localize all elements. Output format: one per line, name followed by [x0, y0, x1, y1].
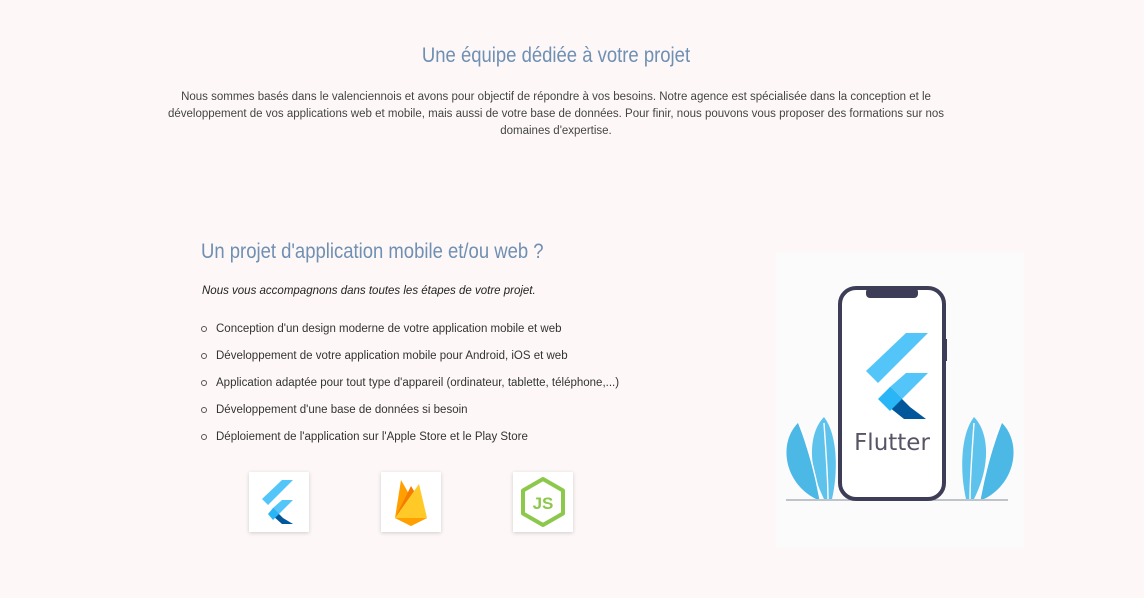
list-item: Application adaptée pour tout type d'app… [201, 374, 619, 401]
nodejs-logo-icon: JS [521, 477, 565, 527]
list-item: Développement d'une base de données si b… [201, 401, 619, 428]
section-title: Une équipe dédiée à votre projet [421, 44, 691, 67]
list-item: Conception d'un design moderne de votre … [201, 320, 619, 347]
firebase-logo-icon [395, 480, 427, 526]
intro-paragraph: Nous sommes basés dans le valenciennois … [167, 91, 945, 137]
project-title: Un projet d'application mobile et/ou web… [201, 240, 544, 263]
list-item: Développement de votre application mobil… [201, 347, 619, 374]
flutter-logo-icon [262, 480, 293, 524]
feature-list: Conception d'un design moderne de votre … [201, 320, 619, 455]
flutter-logo-tile [249, 472, 309, 532]
project-lead: Nous vous accompagnons dans toutes les é… [202, 285, 536, 297]
nodejs-logo-tile: JS [513, 472, 573, 532]
firebase-logo-tile [381, 472, 441, 532]
list-item: Déploiement de l'application sur l'Apple… [201, 428, 619, 455]
phone-flutter-illustration: Flutter [776, 253, 1024, 548]
nodejs-logo-text: JS [533, 494, 554, 513]
illustration-label: Flutter [854, 430, 930, 456]
